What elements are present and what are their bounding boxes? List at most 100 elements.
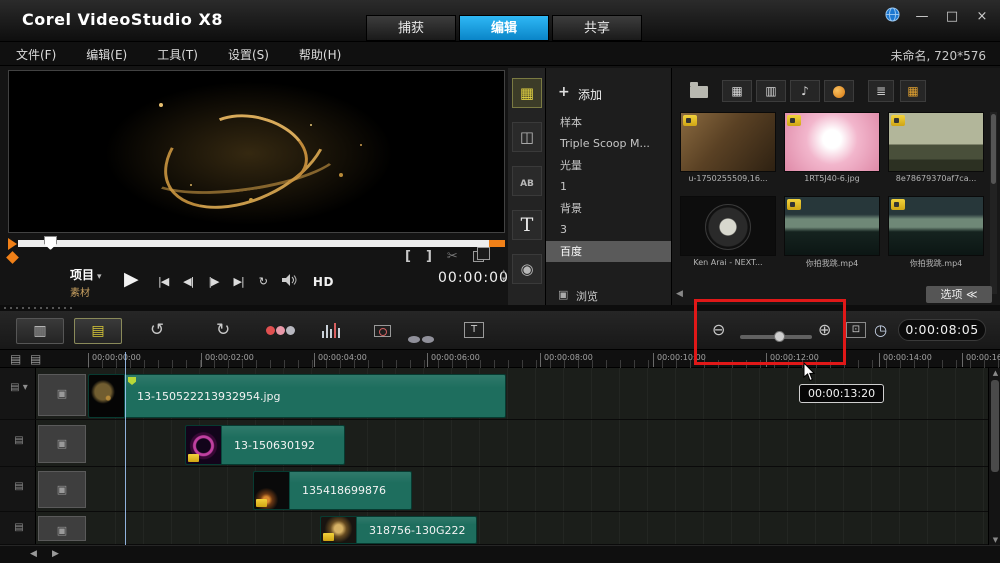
next-frame-button[interactable]: |▶ xyxy=(208,275,218,288)
redo-button[interactable]: ↻ xyxy=(216,320,230,340)
playhead-line[interactable] xyxy=(125,352,126,545)
library-item[interactable]: 你拍我跳.mp4 xyxy=(888,196,984,269)
timeline-clip-3[interactable]: 135418699876 xyxy=(253,471,412,510)
category-title[interactable]: T xyxy=(512,210,542,240)
show-audio-button[interactable]: ♪ xyxy=(790,80,820,102)
undo-button[interactable]: ↺ xyxy=(150,320,164,340)
show-web-button[interactable] xyxy=(824,80,854,102)
go-end-button[interactable]: ▶| xyxy=(234,275,244,288)
overlay-track-icons[interactable]: ▤ xyxy=(7,481,31,492)
library-scrollbar[interactable] xyxy=(990,112,997,294)
browse-row[interactable]: ▣ 浏览 xyxy=(546,286,671,305)
category-media[interactable]: ▦ xyxy=(512,78,542,108)
thumbnail-view-button[interactable]: ▦ xyxy=(900,80,926,102)
gallery-item-triplescoop[interactable]: Triple Scoop M... xyxy=(546,133,671,154)
scroll-down-icon[interactable]: ▼ xyxy=(991,536,1000,544)
timeline-timecode[interactable]: 0:00:08:05 xyxy=(898,319,986,341)
library-item[interactable]: Ken Arai - NEXT... xyxy=(680,196,776,267)
gallery-item-3[interactable]: 3 xyxy=(546,219,671,240)
show-all-media-button[interactable]: ▦ xyxy=(722,80,752,102)
scrollbar-thumb[interactable] xyxy=(991,114,996,184)
timeline-vertical-scrollbar[interactable]: ▲ ▼ xyxy=(988,368,1000,545)
overlay-track-icons[interactable]: ▤ xyxy=(7,435,31,446)
menu-tools[interactable]: 工具(T) xyxy=(157,46,198,63)
motion-tracking-icon[interactable] xyxy=(374,325,391,337)
fit-project-button[interactable]: ⊡ xyxy=(846,322,866,338)
split-clip-icon[interactable]: ✂ xyxy=(447,249,458,264)
show-all-tracks-icon[interactable]: ▤ xyxy=(30,352,41,366)
playback-mode-toggle[interactable]: 项目▾ 素材 xyxy=(70,266,102,299)
overlay-track-icons[interactable]: ▤ xyxy=(7,522,31,533)
tab-share[interactable]: 共享 xyxy=(552,15,642,41)
category-motion[interactable]: ◉ xyxy=(512,254,542,284)
library-item[interactable]: 1RT5J40-6.jpg xyxy=(784,112,880,183)
mark-in-button[interactable]: [ xyxy=(405,249,411,264)
overlay-track-1[interactable]: ▤ ▣ 13-150630192 xyxy=(0,423,988,467)
scroll-right-button[interactable]: ▶ xyxy=(52,549,59,559)
options-button[interactable]: 选项 ≪ xyxy=(926,286,992,303)
gallery-item-sample[interactable]: 样本 xyxy=(546,112,671,133)
record-capture-icon[interactable] xyxy=(266,326,295,335)
timeline-clip-1[interactable]: 13-150522213932954.jpg xyxy=(88,374,506,418)
timeline-clip-2[interactable]: 13-150630192 xyxy=(185,425,345,465)
scrubber-handle[interactable] xyxy=(44,236,57,250)
tab-edit[interactable]: 编辑 xyxy=(459,15,549,41)
menu-file[interactable]: 文件(F) xyxy=(16,46,56,63)
clock-icon[interactable]: ◷ xyxy=(874,321,887,339)
show-photos-button[interactable]: ▥ xyxy=(756,80,786,102)
library-item[interactable]: 8e78679370af7ca... xyxy=(888,112,984,183)
close-button[interactable]: × xyxy=(974,9,990,24)
video-track-icons[interactable]: ▤ ▾ xyxy=(7,382,31,393)
tab-capture[interactable]: 捕获 xyxy=(366,15,456,41)
import-folder-icon[interactable] xyxy=(690,86,708,98)
track-manager-icon[interactable]: ▤ xyxy=(10,352,21,366)
gallery-item-baidu[interactable]: 百度 xyxy=(546,241,671,262)
category-transition[interactable]: ◫ xyxy=(512,122,542,152)
maximize-button[interactable]: □ xyxy=(944,9,960,24)
gallery-item-1[interactable]: 1 xyxy=(546,176,671,197)
timeline-ruler[interactable]: ▤ ▤ 00:00:00:00 00:00:02:00 00:00:04:00 … xyxy=(0,350,1000,368)
hd-badge[interactable]: HD xyxy=(313,275,334,289)
category-title-ab[interactable]: AB xyxy=(512,166,542,196)
timeline-clip-4[interactable]: 318756-130G222 xyxy=(320,516,477,544)
overlay-track-header[interactable]: ▣ xyxy=(38,471,86,508)
menu-help[interactable]: 帮助(H) xyxy=(299,46,341,63)
sound-mixer-icon[interactable] xyxy=(322,323,340,338)
collapse-panel-icon[interactable]: ◀ xyxy=(676,289,683,299)
seek-bar[interactable] xyxy=(18,240,489,247)
overlay-track-2[interactable]: ▤ ▣ 135418699876 xyxy=(0,469,988,512)
overlay-track-3[interactable]: ▤ ▣ 318756-130G222 xyxy=(0,514,988,545)
go-start-button[interactable]: |◀ xyxy=(158,275,168,288)
volume-icon[interactable] xyxy=(282,274,298,289)
minimize-button[interactable]: — xyxy=(914,9,930,24)
trim-end-marker[interactable] xyxy=(489,240,505,247)
storyboard-view-button[interactable]: ▥ xyxy=(16,318,64,344)
enlarge-preview-icon[interactable] xyxy=(473,251,484,262)
library-item[interactable]: u-1750255509,16... xyxy=(680,112,776,183)
library-item[interactable]: 你拍我跳.mp4 xyxy=(784,196,880,269)
repeat-button[interactable]: ↻ xyxy=(259,275,267,288)
prev-frame-button[interactable]: ◀| xyxy=(183,275,193,288)
scroll-up-icon[interactable]: ▲ xyxy=(991,369,1000,377)
menu-edit[interactable]: 编辑(E) xyxy=(86,46,127,63)
timecode-spinner[interactable]: ▴ ▾ xyxy=(502,267,506,283)
globe-icon[interactable] xyxy=(885,7,900,25)
gallery-item-background[interactable]: 背景 xyxy=(546,198,671,219)
mode-project-label[interactable]: 项目 xyxy=(70,268,94,282)
mode-clip-label[interactable]: 素材 xyxy=(70,284,102,299)
subtitle-editor-button[interactable]: T xyxy=(464,322,484,338)
play-button[interactable]: ▶ xyxy=(124,268,139,290)
gallery-item-flare[interactable]: 光量 xyxy=(546,155,671,176)
menu-settings[interactable]: 设置(S) xyxy=(228,46,269,63)
mark-out-button[interactable]: ] xyxy=(426,249,432,264)
overlay-track-header[interactable]: ▣ xyxy=(38,425,86,463)
list-view-button[interactable]: ≣ xyxy=(868,80,894,102)
trim-start-marker[interactable] xyxy=(8,238,17,250)
overlay-track-header[interactable]: ▣ xyxy=(38,516,86,541)
video-track-header[interactable]: ▣ xyxy=(38,374,86,416)
scrollbar-thumb[interactable] xyxy=(991,380,999,472)
scroll-left-button[interactable]: ◀ xyxy=(30,549,37,559)
instant-project-icon[interactable] xyxy=(408,328,436,348)
add-folder-row[interactable]: + 添加 xyxy=(546,84,671,104)
spinner-up-icon[interactable]: ▴ xyxy=(502,267,506,275)
